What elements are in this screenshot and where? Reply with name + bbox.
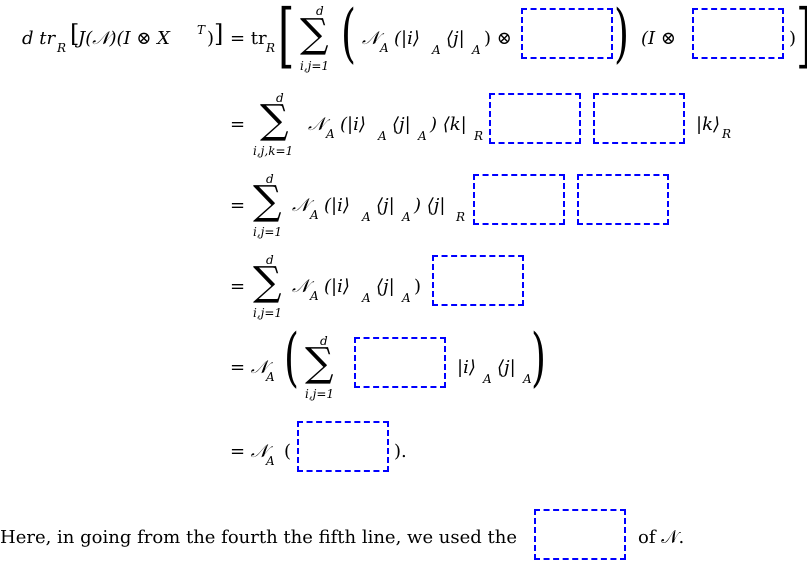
sum-symbol: ∑ [253, 259, 282, 305]
ket-i: (|i⟩ [340, 114, 366, 135]
bra-k-sub: R [474, 129, 484, 143]
blank-box-8[interactable] [354, 337, 446, 388]
ket-i: (|i⟩ [324, 195, 350, 216]
blank-box-2[interactable] [692, 8, 784, 59]
blank-box-7[interactable] [432, 255, 524, 306]
bra-j: ⟨j| [392, 114, 411, 135]
sum-sub: i,j,k=1 [253, 144, 294, 158]
blank-box-10[interactable] [534, 509, 626, 560]
blank-box-3[interactable] [489, 93, 581, 144]
big-close-bracket: ] [796, 0, 807, 70]
eq-N: = 𝒩 [230, 441, 269, 462]
blank-box-6[interactable] [577, 174, 669, 225]
ket-i-sub: A [483, 372, 492, 386]
lhs-close-paren: ) [207, 28, 215, 49]
sum-sub: i,j=1 [253, 306, 283, 320]
big-open-paren: ( [341, 0, 356, 71]
big-close-paren: ) [531, 321, 546, 395]
bra-k: ) ⟨k| [430, 114, 467, 135]
body-N: 𝒩 [292, 195, 310, 216]
ket-i: |i⟩ [457, 357, 476, 378]
sum-sub: i,j=1 [300, 59, 330, 73]
big-open-paren: ( [284, 321, 299, 395]
close-paren: ) [414, 276, 422, 297]
tail-open: (I ⊗ [641, 28, 676, 49]
inner-ket: (|i⟩ [394, 28, 420, 49]
sum-symbol: ∑ [260, 97, 289, 143]
bra-j: ⟨j| [376, 195, 395, 216]
lhs-sup: T [197, 23, 206, 37]
sum-symbol: ∑ [305, 340, 334, 386]
blank-box-1[interactable] [521, 8, 613, 59]
tail-close: ) [789, 28, 797, 49]
big-open-bracket: [ [278, 0, 295, 76]
close-paren-period: ). [394, 441, 407, 462]
bra-j-R: ) ⟨j| [414, 195, 446, 216]
inner-N: 𝒩 [362, 28, 380, 49]
ket-i-sub: A [362, 210, 371, 224]
sentence-after: of 𝒩. [638, 527, 685, 548]
ket-i-sub: A [378, 129, 387, 143]
lhs-sub: R [57, 41, 67, 55]
ket-k-sub: R [722, 127, 732, 141]
bra-j-R-sub: R [456, 210, 466, 224]
bra-j-sub: A [402, 210, 411, 224]
eq-N: = 𝒩 [230, 357, 269, 378]
body-N: 𝒩 [308, 114, 326, 135]
sum-symbol: ∑ [300, 11, 329, 57]
bra-j-sub: A [402, 291, 411, 305]
open-paren: ( [284, 441, 292, 462]
eq-tr: = tr [230, 28, 267, 49]
eq-sign: = [230, 114, 246, 135]
body-N-sub: A [326, 127, 335, 141]
body-N-sub: A [310, 208, 319, 222]
inner-ket-sub: A [432, 43, 441, 57]
inner-close-otimes: ) ⊗ [484, 28, 512, 49]
eq-sign: = [230, 276, 246, 297]
ket-k: |k⟩ [696, 114, 720, 135]
eq-sign: = [230, 195, 246, 216]
ket-i-sub: A [362, 291, 371, 305]
bra-j: ⟨j| [376, 276, 395, 297]
body-N-sub: A [310, 289, 319, 303]
body-N: 𝒩 [292, 276, 310, 297]
sentence-before: Here, in going from the fourth the fifth… [0, 527, 518, 548]
sum-sub: i,j=1 [253, 225, 283, 239]
inner-bra: ⟨j| [446, 28, 465, 49]
lhs-text: d tr [22, 28, 56, 49]
lhs-arg: J(𝒩)(I ⊗ X [78, 28, 170, 49]
eq-tr-sub: R [266, 41, 276, 55]
eq-N-sub: A [266, 454, 275, 468]
eq-N-sub: A [266, 370, 275, 384]
inner-N-sub: A [380, 41, 389, 55]
big-close-paren: ) [614, 0, 629, 71]
sum-sub: i,j=1 [305, 387, 335, 401]
blank-box-4[interactable] [593, 93, 685, 144]
blank-box-5[interactable] [473, 174, 565, 225]
ket-i: (|i⟩ [324, 276, 350, 297]
bra-j-sub: A [418, 129, 427, 143]
lhs-close-bracket: ] [214, 20, 224, 48]
sum-symbol: ∑ [253, 178, 282, 224]
blank-box-9[interactable] [297, 421, 389, 472]
inner-bra-sub: A [472, 43, 481, 57]
bra-j: ⟨j| [497, 357, 516, 378]
